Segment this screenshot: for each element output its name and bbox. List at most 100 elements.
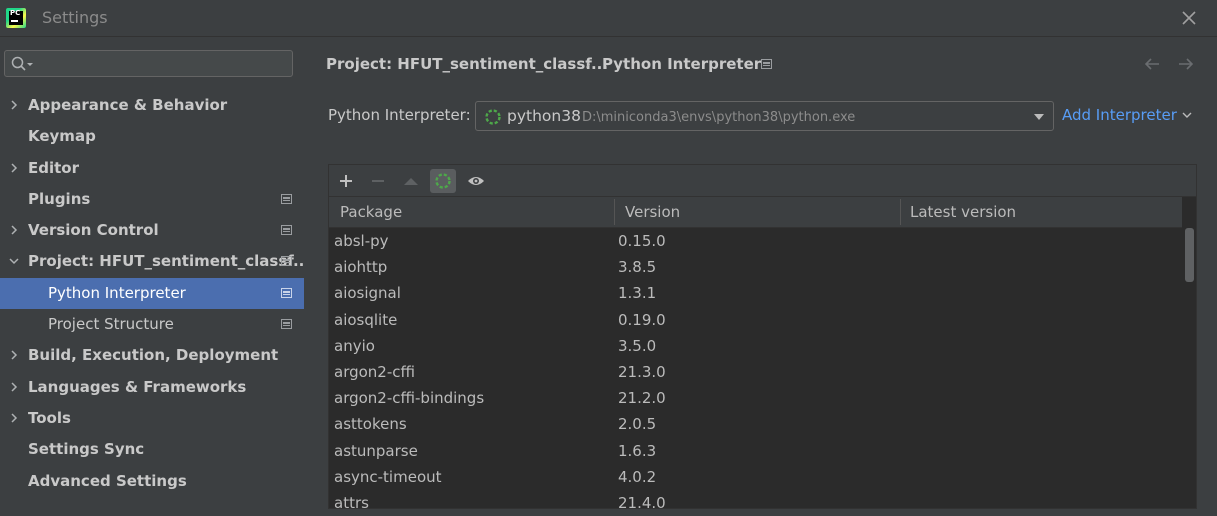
sidebar-item-label: Project: HFUT_sentiment_classf... <box>28 252 311 271</box>
sidebar-item-label: Keymap <box>28 127 96 146</box>
chevron-right-icon[interactable] <box>9 350 19 360</box>
chevron-down-icon <box>1034 114 1044 120</box>
add-interpreter-chevron-icon[interactable] <box>1182 110 1192 120</box>
package-name: absl-py <box>334 232 389 250</box>
sidebar-item-python-interpreter[interactable]: Python Interpreter <box>0 277 304 310</box>
table-row[interactable]: async-timeout 4.0.2 <box>329 464 1182 490</box>
chevron-right-icon[interactable] <box>9 413 19 423</box>
table-row[interactable]: argon2-cffi-bindings 21.2.0 <box>329 385 1182 411</box>
close-icon[interactable] <box>1180 9 1198 27</box>
sidebar-item-plugins[interactable]: Plugins <box>0 184 304 215</box>
show-early-releases-button[interactable] <box>463 169 489 193</box>
sidebar-item-version-control[interactable]: Version Control <box>0 215 304 246</box>
chevron-right-icon[interactable] <box>9 100 19 110</box>
package-version: 1.6.3 <box>618 441 657 460</box>
settings-content: Project: HFUT_sentiment_classf... › Pyth… <box>304 37 1217 512</box>
package-name: async-timeout <box>334 467 442 486</box>
window-title: Settings <box>42 8 108 27</box>
sidebar-item-settings-sync[interactable]: Settings Sync <box>0 434 304 465</box>
upgrade-icon <box>404 178 418 185</box>
sidebar-item-appearance-behavior[interactable]: Appearance & Behavior <box>0 90 304 121</box>
interpreter-name: python38 <box>507 107 581 125</box>
column-header-version[interactable]: Version <box>625 197 680 227</box>
sidebar-item-tools[interactable]: Tools <box>0 403 304 434</box>
back-arrow-icon[interactable] <box>1142 54 1162 74</box>
project-scope-icon <box>281 287 292 298</box>
add-interpreter-link[interactable]: Add Interpreter <box>1062 106 1177 124</box>
sidebar-item-project-structure[interactable]: Project Structure <box>0 309 304 340</box>
table-row[interactable]: aiohttp 3.8.5 <box>329 254 1182 280</box>
chevron-right-icon[interactable] <box>9 225 19 235</box>
plus-icon <box>340 175 352 187</box>
sidebar-item-keymap[interactable]: Keymap <box>0 121 304 152</box>
sidebar-item-label: Appearance & Behavior <box>28 96 228 114</box>
install-package-button[interactable] <box>333 169 359 193</box>
sidebar-item-editor[interactable]: Editor <box>0 153 304 184</box>
project-scope-icon <box>281 319 292 330</box>
uninstall-package-button[interactable] <box>365 169 391 193</box>
table-row[interactable]: absl-py 0.15.0 <box>329 228 1182 254</box>
table-row[interactable]: aiosqlite 0.19.0 <box>329 307 1182 333</box>
package-name: aiohttp <box>334 258 388 277</box>
sidebar-item-label: Advanced Settings <box>28 471 187 490</box>
packages-table-body: absl-py 0.15.0 aiohttp 3.8.5 aiosignal 1.3.1 a… <box>329 228 1182 516</box>
search-input[interactable] <box>4 50 293 77</box>
chevron-right-icon[interactable] <box>9 163 19 173</box>
packages-toolbar <box>329 165 1196 197</box>
sidebar-item-label: Tools <box>28 408 71 427</box>
package-name: astunparse <box>334 441 418 460</box>
packages-table-header: Package Version Latest version <box>329 197 1182 228</box>
logo-text: PC <box>10 9 21 17</box>
title-bar: PC Settings <box>0 0 1217 37</box>
interpreter-select[interactable]: python38 D:\miniconda3\envs\python38\pyt… <box>475 101 1054 131</box>
package-version: 2.0.5 <box>618 415 657 434</box>
package-version: 3.8.5 <box>618 258 657 277</box>
sidebar-item-label: Editor <box>28 158 79 177</box>
project-scope-icon <box>281 225 292 236</box>
loading-spinner-icon <box>485 109 501 125</box>
column-header-latest-version[interactable]: Latest version <box>910 197 1016 227</box>
package-name: attrs <box>334 493 369 512</box>
table-row[interactable]: astunparse 1.6.3 <box>329 438 1182 464</box>
minus-icon <box>372 180 384 182</box>
sidebar-item-label: Python Interpreter <box>48 283 186 302</box>
table-row[interactable]: asttokens 2.0.5 <box>329 411 1182 437</box>
sidebar-item-label: Settings Sync <box>28 440 145 459</box>
interpreter-path: D:\miniconda3\envs\python38\python.exe <box>582 110 856 125</box>
table-row[interactable]: anyio 3.5.0 <box>329 333 1182 359</box>
sidebar-item-label: Languages & Frameworks <box>28 377 247 396</box>
package-version: 4.0.2 <box>618 467 657 486</box>
breadcrumb-project[interactable]: Project: HFUT_sentiment_classf... <box>326 55 608 73</box>
sidebar-item-languages-frameworks[interactable]: Languages & Frameworks <box>0 372 304 403</box>
settings-sidebar: Appearance & Behavior Keymap Editor Plugins… <box>0 37 310 509</box>
column-header-package[interactable]: Package <box>340 197 402 227</box>
chevron-right-icon[interactable] <box>9 382 19 392</box>
table-row[interactable]: argon2-cffi 21.3.0 <box>329 359 1182 385</box>
sidebar-item-label: Build, Execution, Deployment <box>28 346 279 365</box>
scrollbar-thumb[interactable] <box>1185 228 1194 282</box>
package-name: anyio <box>334 336 375 355</box>
refresh-packages-button[interactable] <box>430 169 456 193</box>
project-scope-icon <box>281 193 292 204</box>
package-version: 0.15.0 <box>618 232 666 250</box>
sidebar-item-build-execution-deployment[interactable]: Build, Execution, Deployment <box>0 340 304 371</box>
sidebar-item-label: Version Control <box>28 221 159 240</box>
interpreter-label: Python Interpreter: <box>328 106 471 124</box>
table-row[interactable]: attrs 21.4.0 <box>329 490 1182 516</box>
sidebar-item-label: Plugins <box>28 189 91 208</box>
package-name: asttokens <box>334 415 407 434</box>
forward-arrow-icon[interactable] <box>1176 54 1196 74</box>
sidebar-item-advanced-settings[interactable]: Advanced Settings <box>0 466 304 497</box>
upgrade-package-button[interactable] <box>398 169 424 193</box>
package-version: 0.19.0 <box>618 310 666 329</box>
chevron-down-icon[interactable] <box>9 256 19 266</box>
packages-panel: Package Version Latest version absl-py 0.… <box>328 164 1197 512</box>
settings-tree: Appearance & Behavior Keymap Editor Plugins… <box>0 90 310 497</box>
package-name: argon2-cffi <box>334 362 416 381</box>
table-row[interactable]: aiosignal 1.3.1 <box>329 280 1182 306</box>
project-scope-icon <box>281 256 292 267</box>
sidebar-item-label: Project Structure <box>48 315 174 334</box>
eye-icon <box>468 177 484 185</box>
sidebar-item-project-hfut-sentiment-classf[interactable]: Project: HFUT_sentiment_classf... <box>0 246 310 277</box>
package-name: argon2-cffi-bindings <box>334 389 485 408</box>
